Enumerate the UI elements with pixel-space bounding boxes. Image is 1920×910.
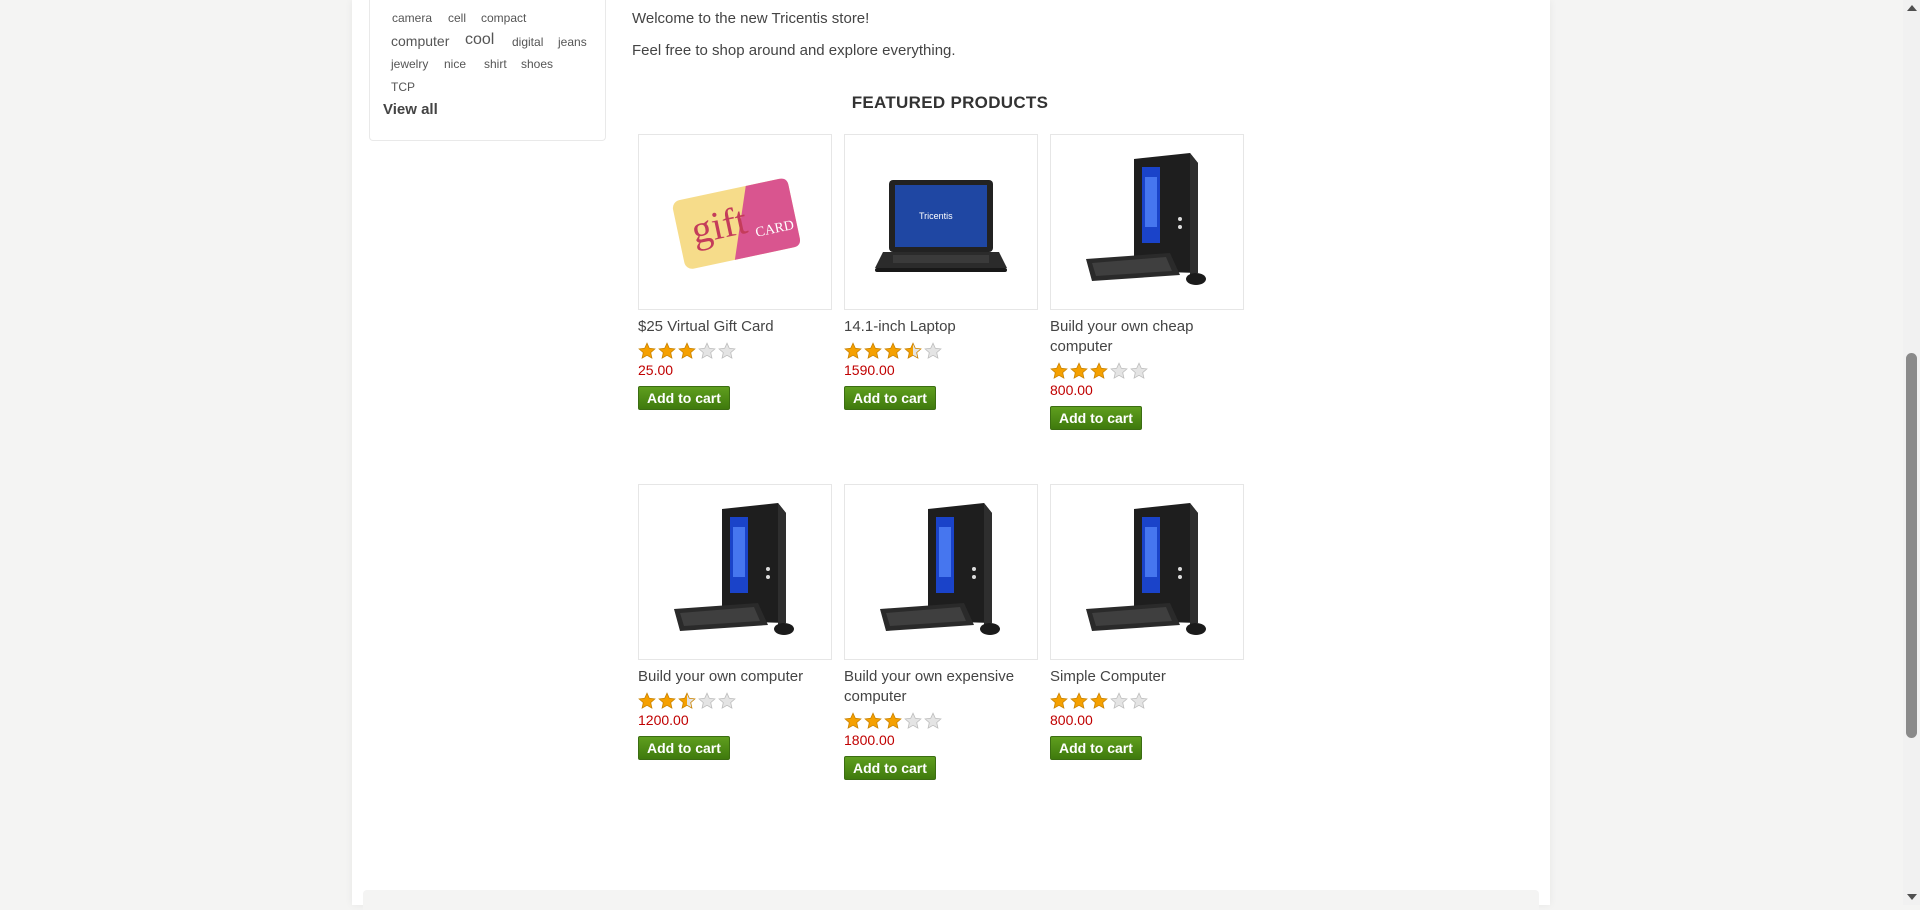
- rating-star-icon: [718, 342, 736, 359]
- rating-star-icon: [1090, 692, 1108, 709]
- rating-star-icon: [924, 342, 942, 359]
- welcome-subtext: Feel free to shop around and explore eve…: [632, 42, 956, 59]
- rating-star-icon: [844, 342, 862, 359]
- product-item: Build your own cheap computer 800.00 Add…: [1050, 134, 1244, 430]
- product-rating: [844, 342, 1038, 360]
- rating-star-icon: [844, 712, 862, 729]
- product-price: 1590.00: [844, 362, 895, 378]
- desktop-computer-image: [880, 503, 1000, 635]
- rating-star-icon: [678, 692, 696, 709]
- rating-star-icon: [1090, 362, 1108, 379]
- tag-compact[interactable]: compact: [481, 11, 526, 25]
- tag-camera[interactable]: camera: [392, 11, 432, 25]
- product-title[interactable]: 14.1-inch Laptop: [844, 317, 1038, 337]
- product-title[interactable]: $25 Virtual Gift Card: [638, 317, 832, 337]
- rating-star-icon: [904, 342, 922, 359]
- desktop-computer-image: [1086, 503, 1206, 635]
- tag-jeans[interactable]: jeans: [558, 35, 587, 49]
- product-title[interactable]: Build your own computer: [638, 667, 832, 687]
- rating-star-icon: [1130, 362, 1148, 379]
- tag-cool[interactable]: cool: [465, 31, 494, 49]
- product-price: 800.00: [1050, 382, 1093, 398]
- product-item: gift CARD $25 Virtual Gift Card 25.00 Ad…: [638, 134, 832, 410]
- rating-star-icon: [1110, 362, 1128, 379]
- product-picture[interactable]: Tricentis: [844, 134, 1038, 310]
- rating-star-icon: [884, 712, 902, 729]
- featured-products-title: FEATURED PRODUCTS: [851, 93, 1049, 112]
- tag-jewelry[interactable]: jewelry: [391, 57, 428, 71]
- tag-computer[interactable]: computer: [391, 33, 449, 49]
- product-picture[interactable]: [844, 484, 1038, 660]
- rating-star-icon: [924, 712, 942, 729]
- product-title[interactable]: Build your own expensive computer: [844, 667, 1038, 707]
- product-price: 800.00: [1050, 712, 1093, 728]
- rating-star-icon: [638, 692, 656, 709]
- tag-shoes[interactable]: shoes: [521, 57, 553, 71]
- product-picture[interactable]: [638, 484, 832, 660]
- product-rating: [1050, 692, 1244, 710]
- product-rating: [844, 712, 1038, 730]
- product-title[interactable]: Simple Computer: [1050, 667, 1244, 687]
- page-scrollbar[interactable]: [1903, 0, 1920, 905]
- rating-star-icon: [864, 342, 882, 359]
- tag-shirt[interactable]: shirt: [484, 57, 507, 71]
- product-item: Build your own computer 1200.00 Add to c…: [638, 484, 832, 760]
- add-to-cart-button[interactable]: Add to cart: [1050, 736, 1142, 760]
- add-to-cart-button[interactable]: Add to cart: [638, 736, 730, 760]
- rating-star-icon: [698, 342, 716, 359]
- rating-star-icon: [1070, 362, 1088, 379]
- gift-card-image: gift CARD: [672, 178, 800, 269]
- product-price: 1800.00: [844, 732, 895, 748]
- product-item: Build your own expensive computer 1800.0…: [844, 484, 1038, 780]
- tag-nice[interactable]: nice: [444, 57, 466, 71]
- welcome-text: Welcome to the new Tricentis store!: [632, 10, 870, 27]
- desktop-computer-image: [1086, 153, 1206, 285]
- scroll-thumb[interactable]: [1906, 353, 1917, 738]
- product-rating: [638, 692, 832, 710]
- rating-star-icon: [658, 342, 676, 359]
- laptop-screen-logo: Tricentis: [919, 211, 953, 221]
- product-item: Tricentis 14.1-inch Laptop 1590.00 Add t…: [844, 134, 1038, 410]
- tag-tcp[interactable]: TCP: [391, 80, 415, 94]
- view-all-tags-link[interactable]: View all: [383, 101, 438, 118]
- rating-star-icon: [698, 692, 716, 709]
- product-picture[interactable]: gift CARD: [638, 134, 832, 310]
- add-to-cart-button[interactable]: Add to cart: [844, 756, 936, 780]
- rating-star-icon: [718, 692, 736, 709]
- rating-star-icon: [1050, 362, 1068, 379]
- product-rating: [638, 342, 832, 360]
- product-title[interactable]: Build your own cheap computer: [1050, 317, 1244, 357]
- rating-star-icon: [864, 712, 882, 729]
- rating-star-icon: [904, 712, 922, 729]
- rating-star-icon: [638, 342, 656, 359]
- product-rating: [1050, 362, 1244, 380]
- rating-star-icon: [1110, 692, 1128, 709]
- add-to-cart-button[interactable]: Add to cart: [1050, 406, 1142, 430]
- product-picture[interactable]: [1050, 484, 1244, 660]
- rating-star-icon: [1130, 692, 1148, 709]
- rating-star-icon: [884, 342, 902, 359]
- product-price: 1200.00: [638, 712, 689, 728]
- rating-star-icon: [1070, 692, 1088, 709]
- rating-star-icon: [1050, 692, 1068, 709]
- tag-digital[interactable]: digital: [512, 35, 543, 49]
- add-to-cart-button[interactable]: Add to cart: [638, 386, 730, 410]
- desktop-computer-image: [674, 503, 794, 635]
- rating-star-icon: [658, 692, 676, 709]
- scroll-up-arrow-icon[interactable]: [1907, 5, 1917, 11]
- product-price: 25.00: [638, 362, 674, 378]
- add-to-cart-button[interactable]: Add to cart: [844, 386, 936, 410]
- tag-cell[interactable]: cell: [448, 11, 466, 25]
- product-picture[interactable]: [1050, 134, 1244, 310]
- rating-star-icon: [678, 342, 696, 359]
- laptop-image: Tricentis: [875, 180, 1007, 272]
- footer: [363, 890, 1539, 910]
- scroll-down-arrow-icon[interactable]: [1907, 894, 1917, 900]
- product-item: Simple Computer 800.00 Add to cart: [1050, 484, 1244, 760]
